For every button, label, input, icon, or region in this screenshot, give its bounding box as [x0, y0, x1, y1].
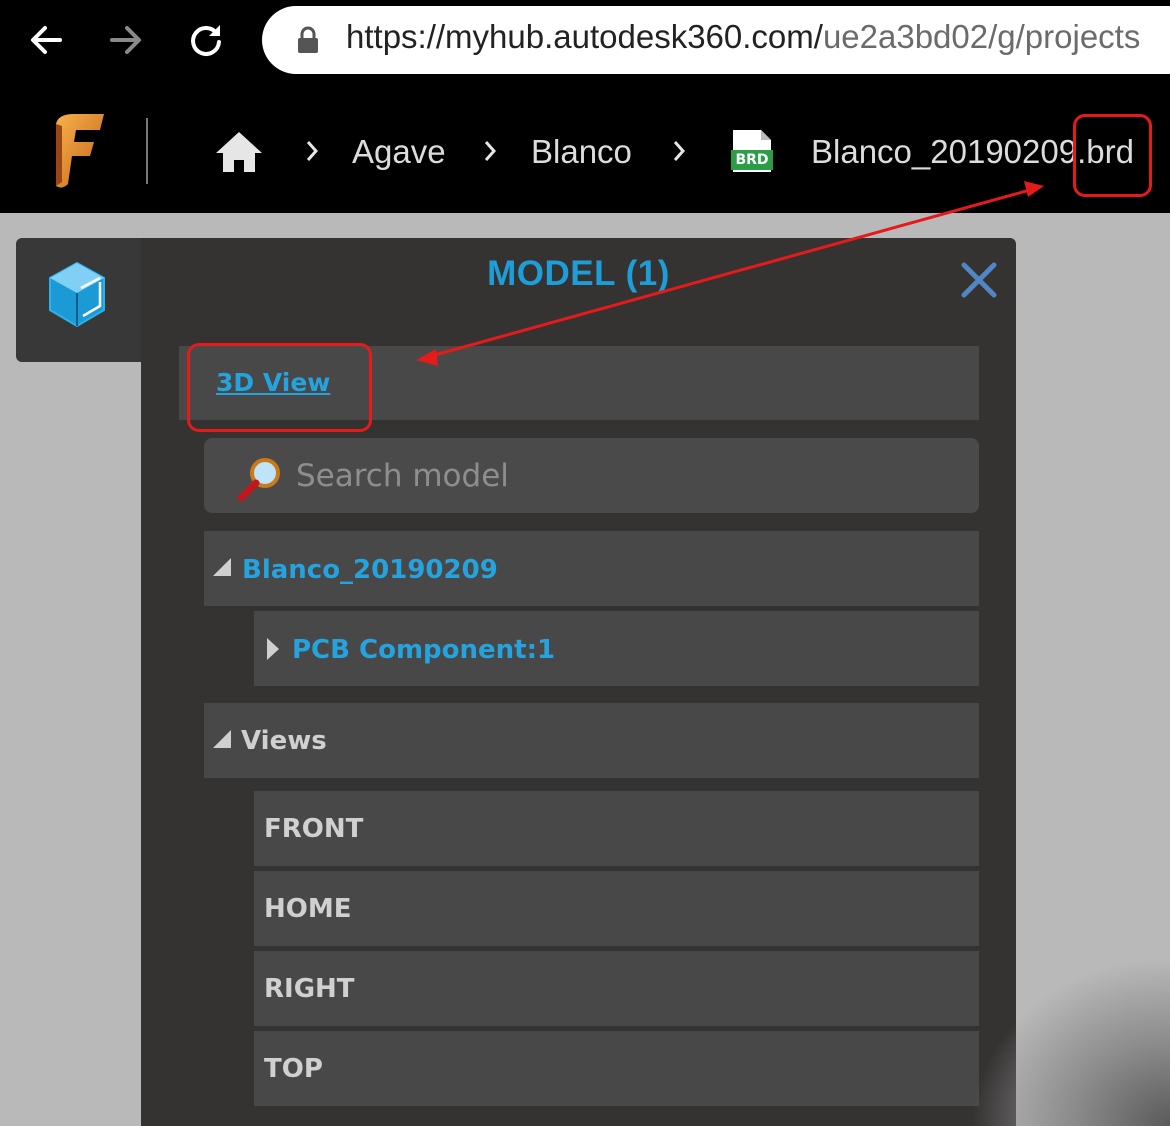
- brd-file-icon: BRD: [731, 130, 773, 172]
- brd-badge-text: BRD: [735, 152, 769, 168]
- tree-root-row[interactable]: Blanco_20190209: [204, 531, 979, 606]
- reload-button[interactable]: [178, 14, 234, 66]
- arrow-left-icon: [31, 26, 62, 54]
- view-item-label: RIGHT: [264, 974, 355, 1004]
- arrow-right-icon: [110, 26, 141, 54]
- view-item-front[interactable]: FRONT: [254, 791, 979, 866]
- tree-child-label: PCB Component:1: [292, 635, 556, 665]
- address-bar[interactable]: https://myhub.autodesk360.com/ue2a3bd02/…: [262, 6, 1170, 74]
- views-group-label: Views: [241, 726, 327, 756]
- url-host: https://myhub.autodesk360.com/: [346, 18, 823, 55]
- breadcrumb-blanco[interactable]: Blanco: [531, 132, 632, 172]
- views-group-row[interactable]: Views: [204, 703, 979, 778]
- close-icon[interactable]: [959, 260, 999, 300]
- search-input[interactable]: [294, 452, 958, 500]
- browser-toolbar: https://myhub.autodesk360.com/ue2a3bd02/…: [0, 0, 1170, 80]
- view-item-label: HOME: [264, 894, 352, 924]
- annotation-box-extension: [1073, 114, 1152, 197]
- view-item-label: FRONT: [264, 814, 364, 844]
- annotation-box-3d-view: [187, 343, 372, 432]
- expanded-triangle-icon[interactable]: [213, 730, 231, 748]
- chevron-right-icon: [306, 141, 319, 161]
- view-item-right[interactable]: RIGHT: [254, 951, 979, 1026]
- collapsed-triangle-icon[interactable]: [267, 638, 279, 660]
- forward-button[interactable]: [98, 14, 154, 66]
- panel-title: MODEL (1): [487, 254, 670, 293]
- view-item-home[interactable]: HOME: [254, 871, 979, 946]
- cube-icon: [49, 261, 105, 328]
- header-divider: [146, 118, 148, 184]
- view-item-top[interactable]: TOP: [254, 1031, 979, 1106]
- reload-icon: [191, 25, 221, 56]
- chevron-right-icon: [484, 141, 497, 161]
- fusion-logo[interactable]: [52, 112, 106, 190]
- home-icon[interactable]: [214, 130, 264, 174]
- view-item-label: TOP: [264, 1054, 323, 1084]
- app-header: Agave Blanco BRD Blanco_20190209.brd: [0, 80, 1170, 213]
- search-box[interactable]: [204, 438, 979, 513]
- magnifier-icon: [237, 458, 280, 502]
- lock-icon: [298, 26, 318, 53]
- url-path: ue2a3bd02/g/projects: [822, 18, 1141, 55]
- tree-root-label: Blanco_20190209: [242, 555, 498, 585]
- tree-child-row[interactable]: PCB Component:1: [254, 611, 979, 686]
- expanded-triangle-icon[interactable]: [213, 558, 231, 576]
- breadcrumb-agave[interactable]: Agave: [352, 132, 446, 172]
- chevron-right-icon: [673, 141, 686, 161]
- viewport-shadow: [970, 956, 1170, 1126]
- url-text: https://myhub.autodesk360.com/ue2a3bd02/…: [346, 18, 1140, 56]
- back-button[interactable]: [18, 14, 74, 66]
